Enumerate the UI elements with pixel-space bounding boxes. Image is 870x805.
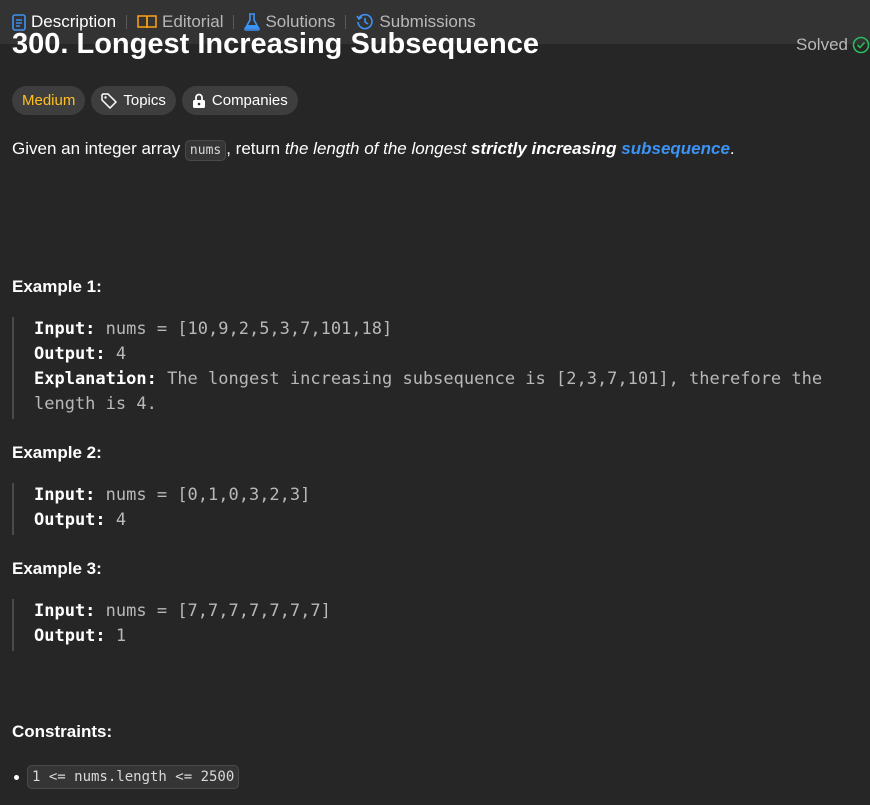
example-1-block: Input: nums = [10,9,2,5,3,7,101,18] Outp… bbox=[12, 317, 858, 419]
subsequence-link[interactable]: subsequence bbox=[621, 139, 730, 158]
tag-icon bbox=[101, 92, 118, 109]
inline-code-nums: nums bbox=[184, 140, 227, 161]
constraints-title: Constraints: bbox=[12, 722, 113, 741]
title-row: 300. Longest Increasing Subsequence Solv… bbox=[12, 28, 870, 61]
explanation-label: Explanation: bbox=[34, 369, 157, 389]
example-3-block: Input: nums = [7,7,7,7,7,7,7] Output: 1 bbox=[12, 599, 331, 651]
example-2-block: Input: nums = [0,1,0,3,2,3] Output: 4 bbox=[12, 483, 310, 535]
constraint-code: 1 <= nums.length <= 2500 bbox=[27, 765, 240, 789]
problem-title: 300. Longest Increasing Subsequence bbox=[12, 28, 539, 60]
lock-icon bbox=[192, 93, 205, 108]
desc-italic: the length of the longest bbox=[284, 139, 472, 158]
output-label: Output: bbox=[34, 344, 106, 364]
example-1-title: Example 1: bbox=[12, 277, 102, 296]
check-circle-icon bbox=[852, 36, 870, 53]
tab-divider bbox=[233, 15, 235, 29]
problem-description: Given an integer array nums, return the … bbox=[12, 136, 735, 164]
input-value: nums = [0,1,0,3,2,3] bbox=[105, 485, 311, 505]
tab-divider bbox=[345, 15, 347, 29]
companies-label: Companies bbox=[211, 92, 288, 109]
desc-text: . bbox=[729, 139, 735, 158]
output-label: Output: bbox=[34, 626, 106, 646]
topics-button[interactable]: Topics bbox=[91, 86, 176, 115]
solved-status: Solved bbox=[796, 35, 870, 55]
desc-text: , return bbox=[226, 139, 285, 158]
output-value: 4 bbox=[115, 510, 127, 530]
input-label: Input: bbox=[34, 601, 96, 621]
tag-row: Medium Topics Companies bbox=[12, 86, 298, 115]
topics-label: Topics bbox=[123, 92, 166, 109]
output-value: 4 bbox=[115, 344, 127, 364]
output-label: Output: bbox=[34, 510, 106, 530]
input-label: Input: bbox=[34, 319, 96, 339]
output-value: 1 bbox=[115, 626, 127, 646]
input-value: nums = [10,9,2,5,3,7,101,18] bbox=[105, 319, 393, 339]
bullet-dot bbox=[14, 774, 19, 780]
explanation-value: The longest increasing subsequence is [2… bbox=[167, 369, 823, 389]
explanation-value: length is 4. bbox=[34, 394, 157, 414]
tab-divider bbox=[126, 15, 128, 29]
input-value: nums = [7,7,7,7,7,7,7] bbox=[105, 601, 331, 621]
companies-button[interactable]: Companies bbox=[181, 86, 298, 115]
difficulty-badge[interactable]: Medium bbox=[12, 86, 86, 115]
input-label: Input: bbox=[34, 485, 96, 505]
desc-bold: strictly increasing bbox=[471, 139, 622, 158]
example-2-title: Example 2: bbox=[12, 443, 102, 462]
desc-text: Given an integer array bbox=[12, 139, 185, 158]
example-3-title: Example 3: bbox=[12, 559, 102, 578]
solved-label: Solved bbox=[796, 34, 848, 54]
difficulty-label: Medium bbox=[22, 92, 76, 109]
constraint-item: 1 <= nums.length <= 2500 bbox=[14, 765, 240, 789]
